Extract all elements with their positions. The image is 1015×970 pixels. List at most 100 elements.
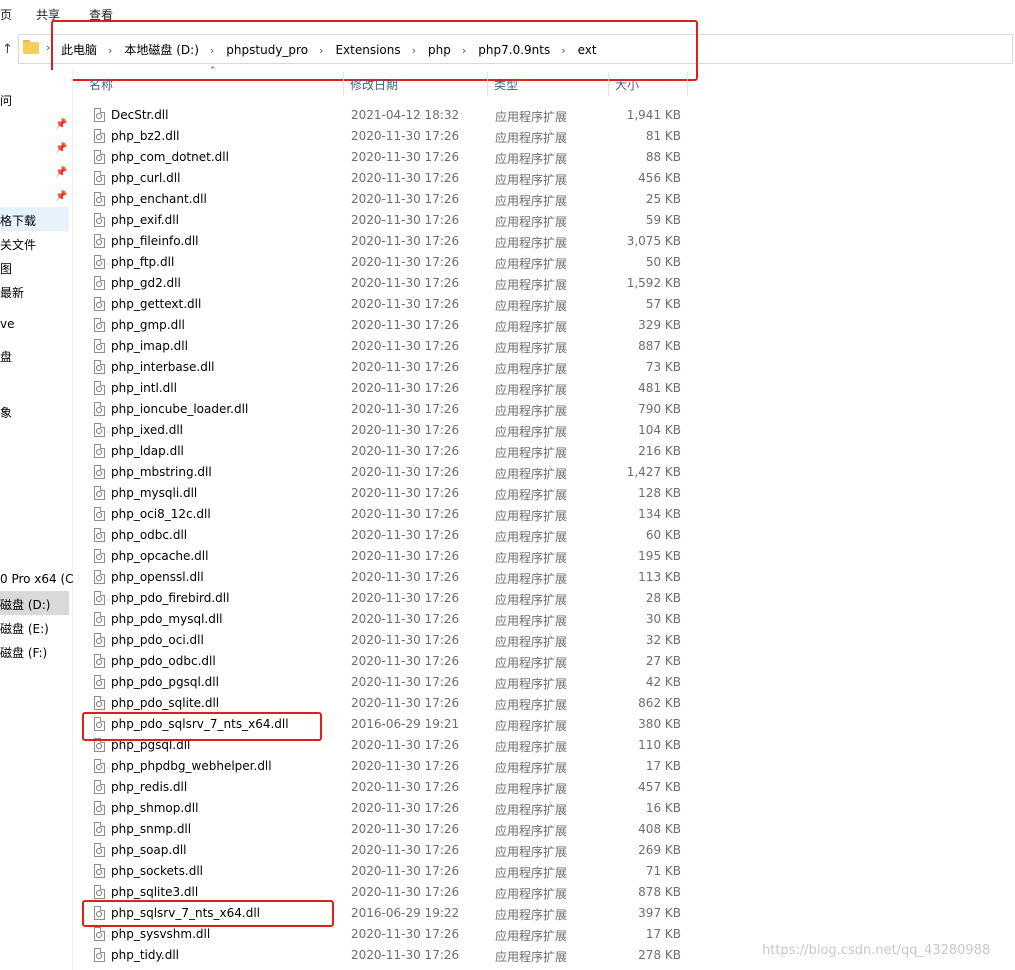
file-type: 应用程序扩展	[495, 236, 568, 250]
file-date: 2020-11-30 17:26	[351, 633, 460, 647]
file-row[interactable]: php_interbase.dll 2020-11-30 17:26 应用程序扩展 7…	[86, 357, 688, 378]
sidebar-item-onedrive[interactable]: ve	[0, 317, 14, 331]
file-date: 2020-11-30 17:26	[351, 444, 460, 458]
file-row[interactable]: DecStr.dll 2021-04-12 18:32 应用程序扩展 1,941 KB	[86, 105, 688, 126]
file-row[interactable]: php_pdo_firebird.dll 2020-11-30 17:26 应用程序…	[86, 588, 688, 609]
file-row[interactable]: php_pdo_odbc.dll 2020-11-30 17:26 应用程序扩展 27…	[86, 651, 688, 672]
sidebar-item-quick-access[interactable]: 问	[0, 92, 12, 109]
file-name: php_bz2.dll	[111, 129, 180, 143]
file-row[interactable]: php_curl.dll 2020-11-30 17:26 应用程序扩展 456 KB	[86, 168, 688, 189]
file-date: 2020-11-30 17:26	[351, 780, 460, 794]
file-type: 应用程序扩展	[495, 404, 568, 418]
file-row[interactable]: php_mbstring.dll 2020-11-30 17:26 应用程序扩展 1,…	[86, 462, 688, 483]
file-type: 应用程序扩展	[495, 488, 568, 502]
file-name: php_snmp.dll	[111, 822, 192, 836]
file-row[interactable]: php_gd2.dll 2020-11-30 17:26 应用程序扩展 1,592 K…	[86, 273, 688, 294]
file-size: 60 KB	[645, 528, 681, 542]
column-header-name[interactable]: 名称	[89, 76, 113, 93]
file-name: php_oci8_12c.dll	[111, 507, 211, 521]
up-arrow-icon[interactable]: ↑	[2, 42, 14, 57]
dll-file-icon	[94, 465, 105, 479]
file-row[interactable]: php_tidy.dll 2020-11-30 17:26 应用程序扩展 278 KB	[86, 945, 688, 966]
file-row[interactable]: php_exif.dll 2020-11-30 17:26 应用程序扩展 59 KB	[86, 210, 688, 231]
file-row[interactable]: php_ioncube_loader.dll 2020-11-30 17:26 应用…	[86, 399, 688, 420]
dll-file-icon	[94, 234, 105, 248]
file-row[interactable]: php_opcache.dll 2020-11-30 17:26 应用程序扩展 195…	[86, 546, 688, 567]
dll-file-icon	[94, 675, 105, 689]
file-row[interactable]: php_shmop.dll 2020-11-30 17:26 应用程序扩展 16 KB	[86, 798, 688, 819]
file-date: 2020-11-30 17:26	[351, 612, 460, 626]
dll-file-icon	[94, 885, 105, 899]
file-name: php_shmop.dll	[111, 801, 199, 815]
file-row[interactable]: php_phpdbg_webhelper.dll 2020-11-30 17:26…	[86, 756, 688, 777]
file-type: 应用程序扩展	[495, 593, 568, 607]
file-name: php_sockets.dll	[111, 864, 203, 878]
column-divider[interactable]	[687, 72, 688, 96]
file-row[interactable]: php_bz2.dll 2020-11-30 17:26 应用程序扩展 81 KB	[86, 126, 688, 147]
sidebar-item-downloads[interactable]: 格下载	[0, 212, 36, 229]
row-highlight-box	[82, 900, 334, 927]
file-row[interactable]: php_ldap.dll 2020-11-30 17:26 应用程序扩展 216 KB	[86, 441, 688, 462]
file-row[interactable]: php_ftp.dll 2020-11-30 17:26 应用程序扩展 50 KB	[86, 252, 688, 273]
dll-file-icon	[94, 570, 105, 584]
file-size: 862 KB	[638, 696, 681, 710]
file-row[interactable]: php_intl.dll 2020-11-30 17:26 应用程序扩展 481 KB	[86, 378, 688, 399]
file-row[interactable]: php_pdo_sqlite.dll 2020-11-30 17:26 应用程序扩展…	[86, 693, 688, 714]
column-header-type[interactable]: 类型	[494, 76, 518, 93]
file-row[interactable]: php_snmp.dll 2020-11-30 17:26 应用程序扩展 408 KB	[86, 819, 688, 840]
sidebar-item-drive-e[interactable]: 磁盘 (E:)	[0, 620, 49, 637]
file-name: php_com_dotnet.dll	[111, 150, 229, 164]
column-header-date[interactable]: 修改日期	[350, 76, 398, 93]
file-row[interactable]: php_gettext.dll 2020-11-30 17:26 应用程序扩展 57 …	[86, 294, 688, 315]
address-highlight-box	[51, 20, 698, 81]
ribbon-tab-home[interactable]: 页	[0, 6, 12, 23]
column-divider[interactable]	[487, 72, 488, 96]
file-row[interactable]: php_pdo_oci.dll 2020-11-30 17:26 应用程序扩展 32 …	[86, 630, 688, 651]
file-row[interactable]: php_pdo_mysql.dll 2020-11-30 17:26 应用程序扩展 3…	[86, 609, 688, 630]
file-date: 2020-11-30 17:26	[351, 507, 460, 521]
file-row[interactable]: php_openssl.dll 2020-11-30 17:26 应用程序扩展 113…	[86, 567, 688, 588]
file-row[interactable]: php_pdo_pgsql.dll 2020-11-30 17:26 应用程序扩展 4…	[86, 672, 688, 693]
file-date: 2020-11-30 17:26	[351, 402, 460, 416]
dll-file-icon	[94, 192, 105, 206]
chevron-right-icon[interactable]: ›	[46, 41, 50, 54]
file-row[interactable]: php_soap.dll 2020-11-30 17:26 应用程序扩展 269 KB	[86, 840, 688, 861]
file-row[interactable]: php_gmp.dll 2020-11-30 17:26 应用程序扩展 329 KB	[86, 315, 688, 336]
file-row[interactable]: php_oci8_12c.dll 2020-11-30 17:26 应用程序扩展 13…	[86, 504, 688, 525]
sidebar-item-drive-c[interactable]: 0 Pro x64 (C	[0, 572, 74, 586]
file-size: 329 KB	[638, 318, 681, 332]
sidebar-item-drive-d[interactable]: 磁盘 (D:)	[0, 596, 50, 613]
file-type: 应用程序扩展	[495, 320, 568, 334]
dll-file-icon	[94, 444, 105, 458]
file-size: 457 KB	[638, 780, 681, 794]
file-row[interactable]: php_odbc.dll 2020-11-30 17:26 应用程序扩展 60 KB	[86, 525, 688, 546]
file-size: 1,427 KB	[626, 465, 681, 479]
file-row[interactable]: php_com_dotnet.dll 2020-11-30 17:26 应用程序扩展…	[86, 147, 688, 168]
file-row[interactable]: php_sysvshm.dll 2020-11-30 17:26 应用程序扩展 17 …	[86, 924, 688, 945]
navigation-pane	[0, 70, 73, 970]
file-row[interactable]: php_fileinfo.dll 2020-11-30 17:26 应用程序扩展 3,…	[86, 231, 688, 252]
file-date: 2020-11-30 17:26	[351, 759, 460, 773]
file-type: 应用程序扩展	[495, 131, 568, 145]
sidebar-item-related-files[interactable]: 关文件	[0, 236, 36, 253]
dll-file-icon	[94, 129, 105, 143]
column-header-size[interactable]: 大小	[615, 76, 639, 93]
sidebar-item-objects[interactable]: 象	[0, 404, 12, 421]
column-divider[interactable]	[608, 72, 609, 96]
pin-icon: 📌	[55, 143, 68, 154]
file-row[interactable]: php_redis.dll 2020-11-30 17:26 应用程序扩展 457 K…	[86, 777, 688, 798]
file-row[interactable]: php_ixed.dll 2020-11-30 17:26 应用程序扩展 104 KB	[86, 420, 688, 441]
file-size: 878 KB	[638, 885, 681, 899]
column-divider[interactable]	[343, 72, 344, 96]
sidebar-item-drive[interactable]: 盘	[0, 348, 12, 365]
file-date: 2020-11-30 17:26	[351, 297, 460, 311]
sidebar-item-drive-f[interactable]: 磁盘 (F:)	[0, 644, 47, 661]
file-row[interactable]: php_sockets.dll 2020-11-30 17:26 应用程序扩展 71 …	[86, 861, 688, 882]
file-type: 应用程序扩展	[495, 341, 568, 355]
file-row[interactable]: php_imap.dll 2020-11-30 17:26 应用程序扩展 887 KB	[86, 336, 688, 357]
sidebar-item-latest[interactable]: 最新	[0, 284, 24, 301]
file-row[interactable]: php_mysqli.dll 2020-11-30 17:26 应用程序扩展 128 …	[86, 483, 688, 504]
sidebar-item-pictures[interactable]: 图	[0, 260, 12, 277]
file-date: 2016-06-29 19:22	[351, 906, 460, 920]
file-row[interactable]: php_enchant.dll 2020-11-30 17:26 应用程序扩展 25 …	[86, 189, 688, 210]
